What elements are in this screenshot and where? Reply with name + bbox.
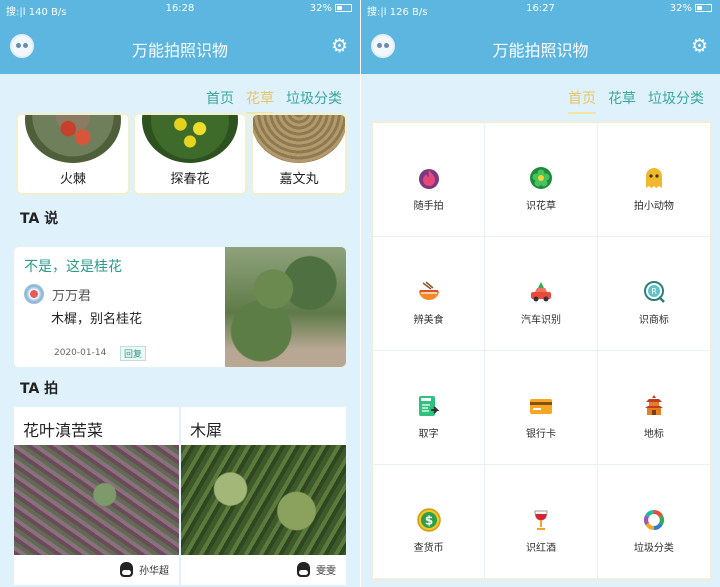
flower-card[interactable]: 嘉文丸 [253, 115, 345, 193]
photo-caption: 花叶滇苦菜 [23, 421, 104, 440]
gear-icon[interactable]: ⚙ [331, 36, 348, 56]
noodle-bowl-icon [416, 279, 442, 305]
feature-flower[interactable]: 识花草 [485, 123, 598, 237]
feature-ocr[interactable]: 取字 [373, 351, 486, 465]
feature-label: 拍小动物 [633, 201, 674, 212]
photo-author: 雯雯 [316, 566, 336, 577]
feature-label: 识红酒 [525, 543, 556, 554]
battery-percent: 32% [309, 3, 332, 14]
feature-currency[interactable]: $ 查货币 [373, 465, 486, 579]
wine-glass-icon [528, 507, 554, 533]
battery-icon [335, 4, 352, 12]
feature-label: 地标 [643, 429, 664, 440]
battery-icon [695, 4, 712, 12]
flower-image [142, 115, 238, 163]
app-bar: 万能拍照识物 ⚙ [361, 18, 720, 74]
tab-bar: 首页 花草 垃圾分类 [568, 88, 704, 114]
photo-caption: 木犀 [190, 421, 223, 440]
tab-home[interactable]: 首页 [206, 88, 234, 114]
recycle-icon [641, 507, 667, 533]
comment-card[interactable]: 不是，这是桂花 万万君 木樨，别名桂花 2020-01-14 回复 [14, 247, 346, 367]
car-icon [528, 279, 554, 305]
flower-image [25, 115, 121, 163]
ocr-icon [416, 393, 442, 419]
feature-label: 银行卡 [525, 429, 556, 440]
photo-card[interactable]: 木犀 雯雯 [181, 407, 346, 585]
tab-garbage[interactable]: 垃圾分类 [648, 88, 704, 114]
feature-trademark[interactable]: R 识商标 [597, 237, 710, 351]
feature-wine[interactable]: 识红酒 [485, 465, 598, 579]
app-title: 万能拍照识物 [131, 41, 228, 60]
feature-grid: 随手拍 识花草 拍小动物 辨美食 汽车识别 R 识商标 取字 银行卡 地标 $ … [371, 121, 712, 581]
right-screen: 搜:|l 126 B/s 16:27 32% 万能拍照识物 ⚙ 首页 花草 垃圾… [360, 0, 720, 587]
svg-text:R: R [651, 287, 657, 296]
feature-garbage[interactable]: 垃圾分类 [597, 465, 710, 579]
flower-card[interactable]: 探春花 [135, 115, 245, 193]
flower-icon [528, 165, 554, 191]
qq-icon [120, 562, 133, 577]
flame-icon [416, 165, 442, 191]
photo-image [14, 445, 179, 555]
comment-photo [225, 247, 346, 367]
tab-flowers[interactable]: 花草 [246, 88, 274, 114]
comment-body: 木樨，别名桂花 [51, 312, 143, 327]
coin-icon: $ [416, 507, 442, 533]
app-bar: 万能拍照识物 ⚙ [0, 18, 360, 74]
left-screen: 搜:|l 140 B/s 16:28 32% 万能拍照识物 ⚙ 首页 花草 垃圾… [0, 0, 360, 587]
clock: 16:27 [526, 3, 555, 14]
feature-label: 查货币 [413, 543, 444, 554]
photo-image [181, 445, 346, 555]
feature-label: 汽车识别 [520, 315, 561, 326]
flower-name: 火棘 [59, 172, 86, 187]
flower-card[interactable]: 火棘 [18, 115, 128, 193]
feature-label: 垃圾分类 [633, 543, 674, 554]
feature-bank-card[interactable]: 银行卡 [485, 351, 598, 465]
ta-shoot-title: TA 拍 [20, 381, 59, 397]
flower-name: 探春花 [170, 172, 210, 187]
tab-flowers[interactable]: 花草 [608, 88, 636, 114]
feature-snapshot[interactable]: 随手拍 [373, 123, 486, 237]
reply-button[interactable]: 回复 [120, 346, 147, 361]
feature-animal[interactable]: 拍小动物 [597, 123, 710, 237]
battery-percent: 32% [669, 3, 692, 14]
user-name: 万万君 [52, 288, 92, 304]
bank-card-icon [528, 393, 554, 419]
ta-say-title: TA 说 [20, 211, 59, 227]
comment-date: 2020-01-14 [54, 348, 107, 358]
feature-label: 取字 [418, 429, 439, 440]
feature-car[interactable]: 汽车识别 [485, 237, 598, 351]
user-avatar [24, 284, 44, 304]
qq-icon [297, 562, 310, 577]
status-bar: 搜:|l 126 B/s 16:27 32% [361, 0, 720, 18]
ghost-icon [641, 165, 667, 191]
pagoda-icon [641, 393, 667, 419]
photo-card[interactable]: 花叶滇苦菜 孙华超 [14, 407, 179, 585]
feature-food[interactable]: 辨美食 [373, 237, 486, 351]
photo-author: 孙华超 [139, 566, 169, 577]
status-bar: 搜:|l 140 B/s 16:28 32% [0, 0, 360, 18]
feature-label: 辨美食 [413, 315, 444, 326]
tab-home[interactable]: 首页 [568, 88, 596, 114]
feature-label: 随手拍 [413, 201, 444, 212]
flower-image [253, 115, 345, 163]
flower-name: 嘉文丸 [279, 172, 319, 187]
app-title: 万能拍照识物 [492, 41, 589, 60]
feature-label: 识商标 [638, 315, 669, 326]
gear-icon[interactable]: ⚙ [691, 36, 708, 56]
tab-garbage[interactable]: 垃圾分类 [286, 88, 342, 114]
flower-carousel: 火棘 探春花 嘉文丸 [18, 115, 346, 193]
feature-landmark[interactable]: 地标 [597, 351, 710, 465]
feature-label: 识花草 [525, 201, 556, 212]
trademark-icon: R [641, 279, 667, 305]
comment-headline: 不是，这是桂花 [24, 259, 122, 275]
tab-bar: 首页 花草 垃圾分类 [206, 88, 342, 114]
svg-text:$: $ [424, 514, 432, 528]
clock: 16:28 [165, 3, 195, 14]
